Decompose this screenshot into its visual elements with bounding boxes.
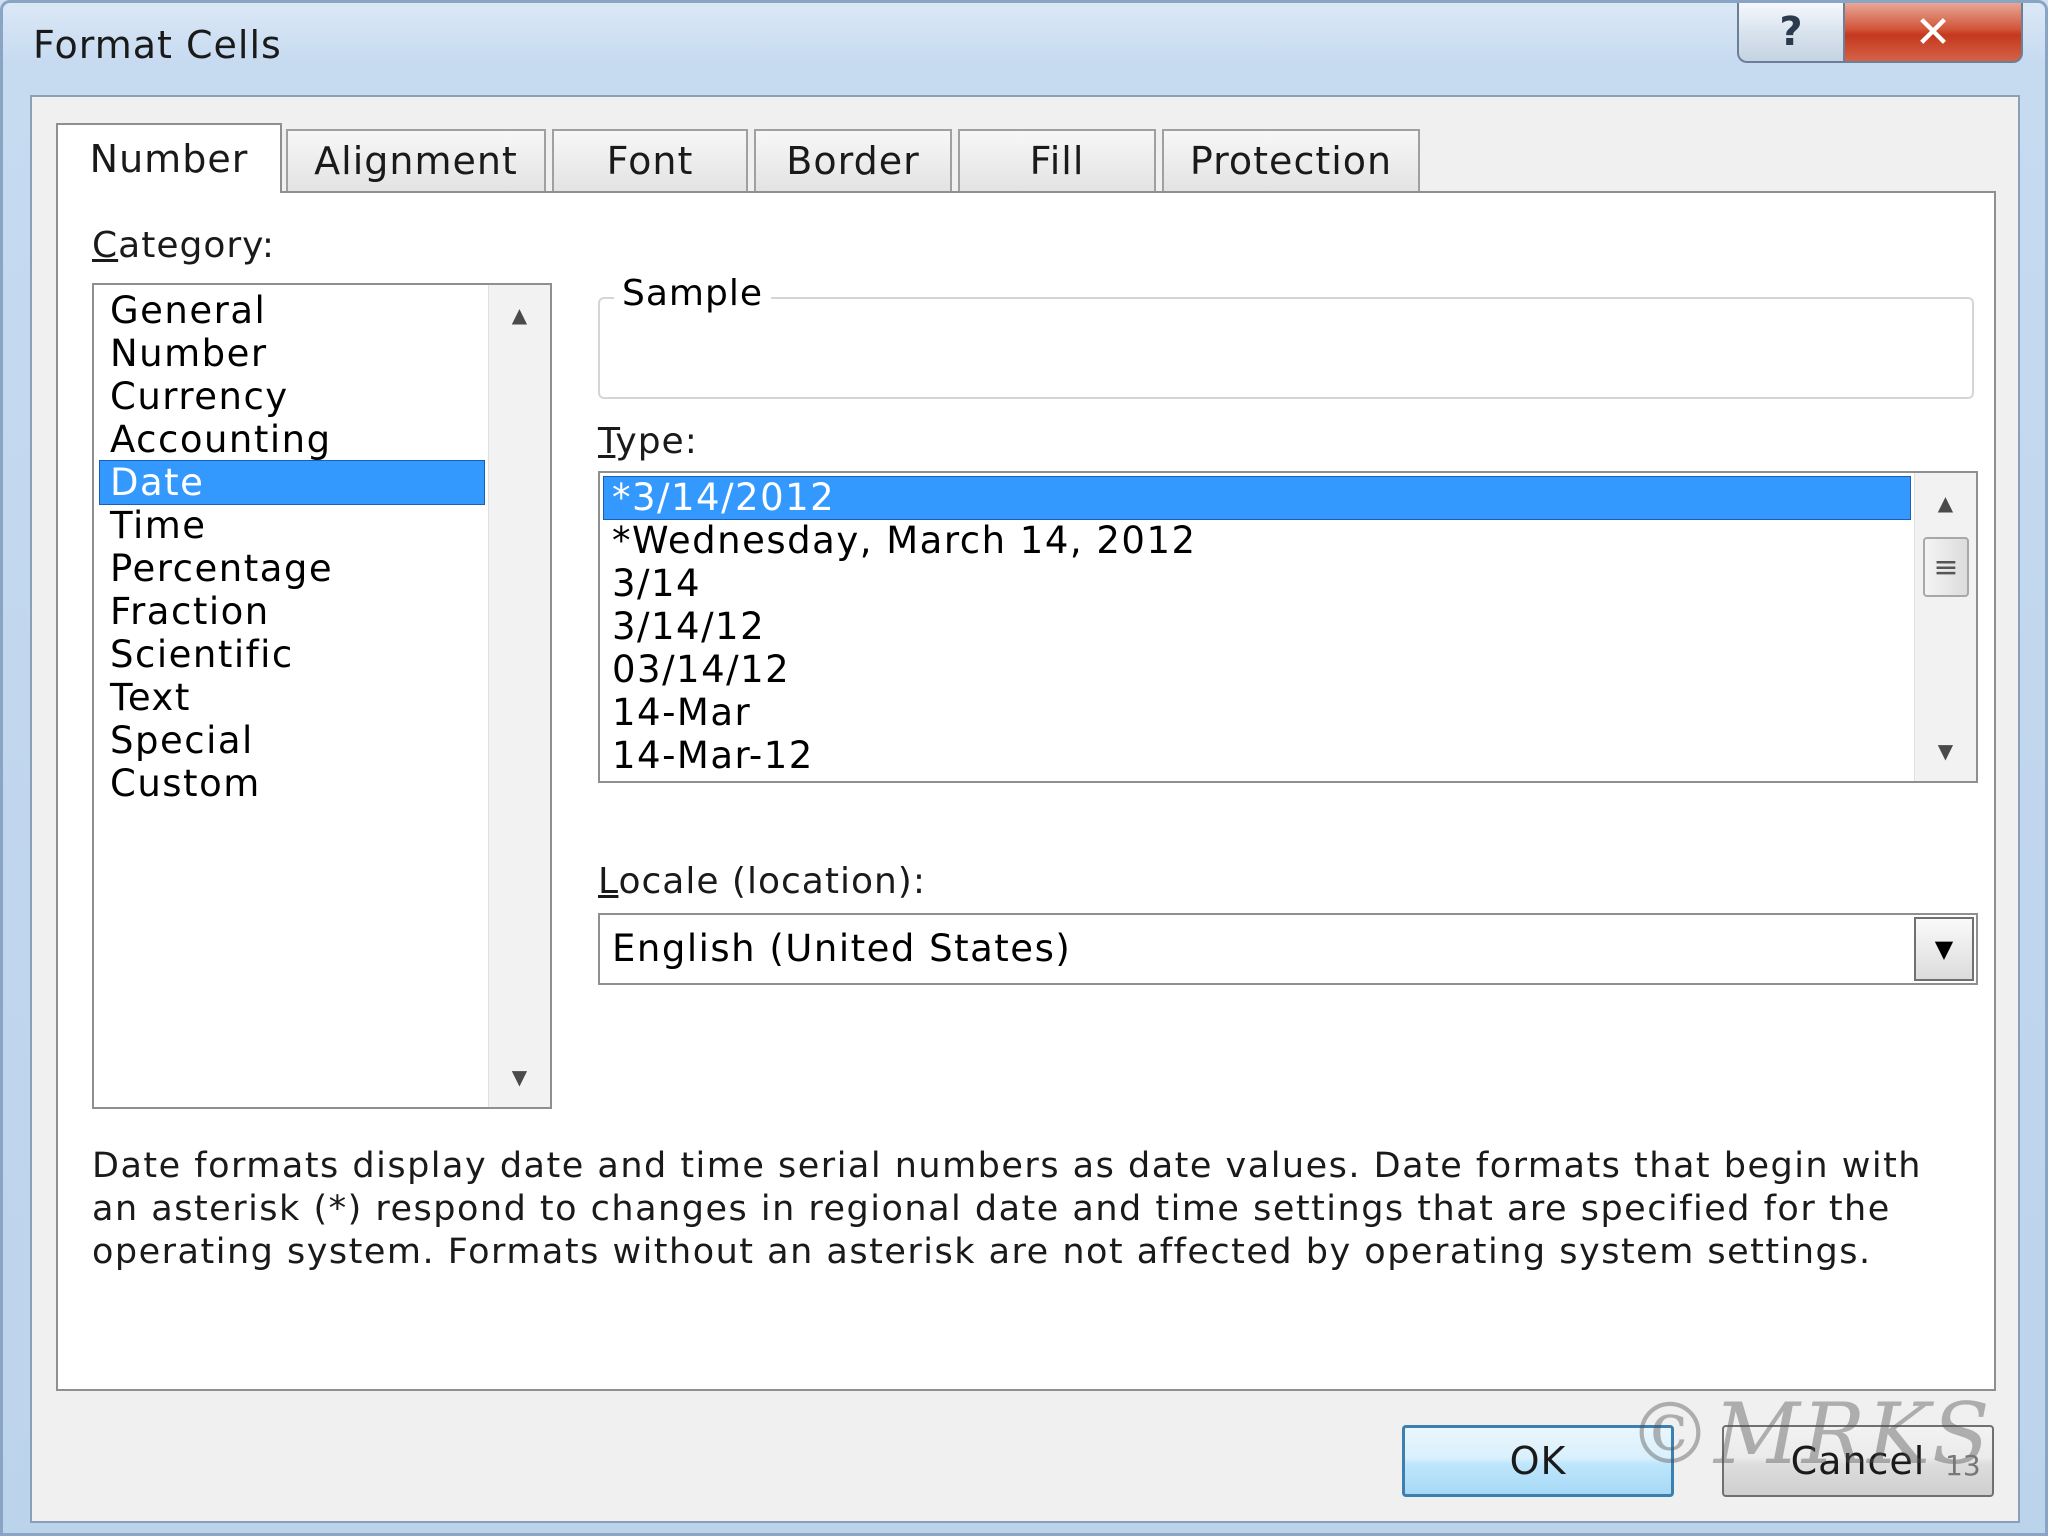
category-description: Date formats display date and time seria… xyxy=(92,1146,1922,1272)
up-arrow-icon[interactable]: ▲ xyxy=(489,295,550,335)
category-item-time[interactable]: Time xyxy=(100,504,484,547)
category-item-fraction[interactable]: Fraction xyxy=(100,590,484,633)
type-item[interactable]: 14-Mar-12 xyxy=(604,735,1910,777)
sample-label: Sample xyxy=(614,273,771,314)
category-item-date[interactable]: Date xyxy=(99,460,485,505)
dialog-client-area: Number Alignment Font Border Fill Protec… xyxy=(30,95,2020,1523)
category-item-accounting[interactable]: Accounting xyxy=(100,418,484,461)
scroll-thumb[interactable]: ≡ xyxy=(1923,537,1969,597)
help-button[interactable]: ? xyxy=(1737,3,1845,63)
down-arrow-icon[interactable]: ▼ xyxy=(1915,731,1976,771)
close-icon: ✕ xyxy=(1914,6,1952,58)
category-item-scientific[interactable]: Scientific xyxy=(100,633,484,676)
locale-select[interactable]: English (United States) ▼ xyxy=(598,913,1978,985)
type-label: Type: xyxy=(598,421,698,462)
tab-number[interactable]: Number xyxy=(56,123,282,193)
type-scrollbar[interactable]: ▲ ≡ ▼ xyxy=(1914,473,1976,781)
caption-buttons: ? ✕ xyxy=(1737,3,2023,65)
down-arrow-icon[interactable]: ▼ xyxy=(489,1057,550,1097)
category-item-general[interactable]: General xyxy=(100,289,484,332)
category-listbox[interactable]: General Number Currency Accounting Date … xyxy=(92,283,552,1109)
grip-icon: ≡ xyxy=(1933,549,1959,585)
category-item-custom[interactable]: Custom xyxy=(100,762,484,805)
tab-font[interactable]: Font xyxy=(552,129,748,191)
locale-label: Locale (location): xyxy=(598,861,926,902)
category-item-currency[interactable]: Currency xyxy=(100,375,484,418)
ok-button[interactable]: OK xyxy=(1402,1425,1674,1497)
number-tab-panel: Category: General Number Currency Accoun… xyxy=(56,191,1996,1391)
category-item-number[interactable]: Number xyxy=(100,332,484,375)
type-item[interactable]: 3/14 xyxy=(604,563,1910,605)
type-item[interactable]: 14-Mar xyxy=(604,692,1910,734)
type-item[interactable]: 03/14/12 xyxy=(604,649,1910,691)
sample-group: Sample xyxy=(598,273,1974,399)
category-item-percentage[interactable]: Percentage xyxy=(100,547,484,590)
dialog-title: Format Cells xyxy=(33,23,282,67)
title-bar[interactable]: Format Cells ? ✕ xyxy=(3,3,2045,93)
format-cells-dialog: Format Cells ? ✕ Number Alignment Font B… xyxy=(0,0,2048,1536)
chevron-down-icon: ▼ xyxy=(1934,935,1954,963)
help-icon: ? xyxy=(1779,9,1803,55)
type-listbox[interactable]: *3/14/2012 *Wednesday, March 14, 2012 3/… xyxy=(598,471,1978,783)
type-item[interactable]: *3/14/2012 xyxy=(603,476,1911,520)
tab-alignment[interactable]: Alignment xyxy=(286,129,546,191)
page-number: 13 xyxy=(1945,1449,1981,1482)
locale-dropdown-button[interactable]: ▼ xyxy=(1914,917,1974,981)
tab-border[interactable]: Border xyxy=(754,129,952,191)
category-item-text[interactable]: Text xyxy=(100,676,484,719)
locale-value: English (United States) xyxy=(612,927,1072,970)
close-button[interactable]: ✕ xyxy=(1845,3,2023,63)
category-label: Category: xyxy=(92,225,275,266)
category-scrollbar[interactable]: ▲ ▼ xyxy=(488,285,550,1107)
tab-protection[interactable]: Protection xyxy=(1162,129,1420,191)
tab-fill[interactable]: Fill xyxy=(958,129,1156,191)
type-item[interactable]: *Wednesday, March 14, 2012 xyxy=(604,520,1910,562)
category-item-special[interactable]: Special xyxy=(100,719,484,762)
type-item[interactable]: 3/14/12 xyxy=(604,606,1910,648)
up-arrow-icon[interactable]: ▲ xyxy=(1915,483,1976,523)
